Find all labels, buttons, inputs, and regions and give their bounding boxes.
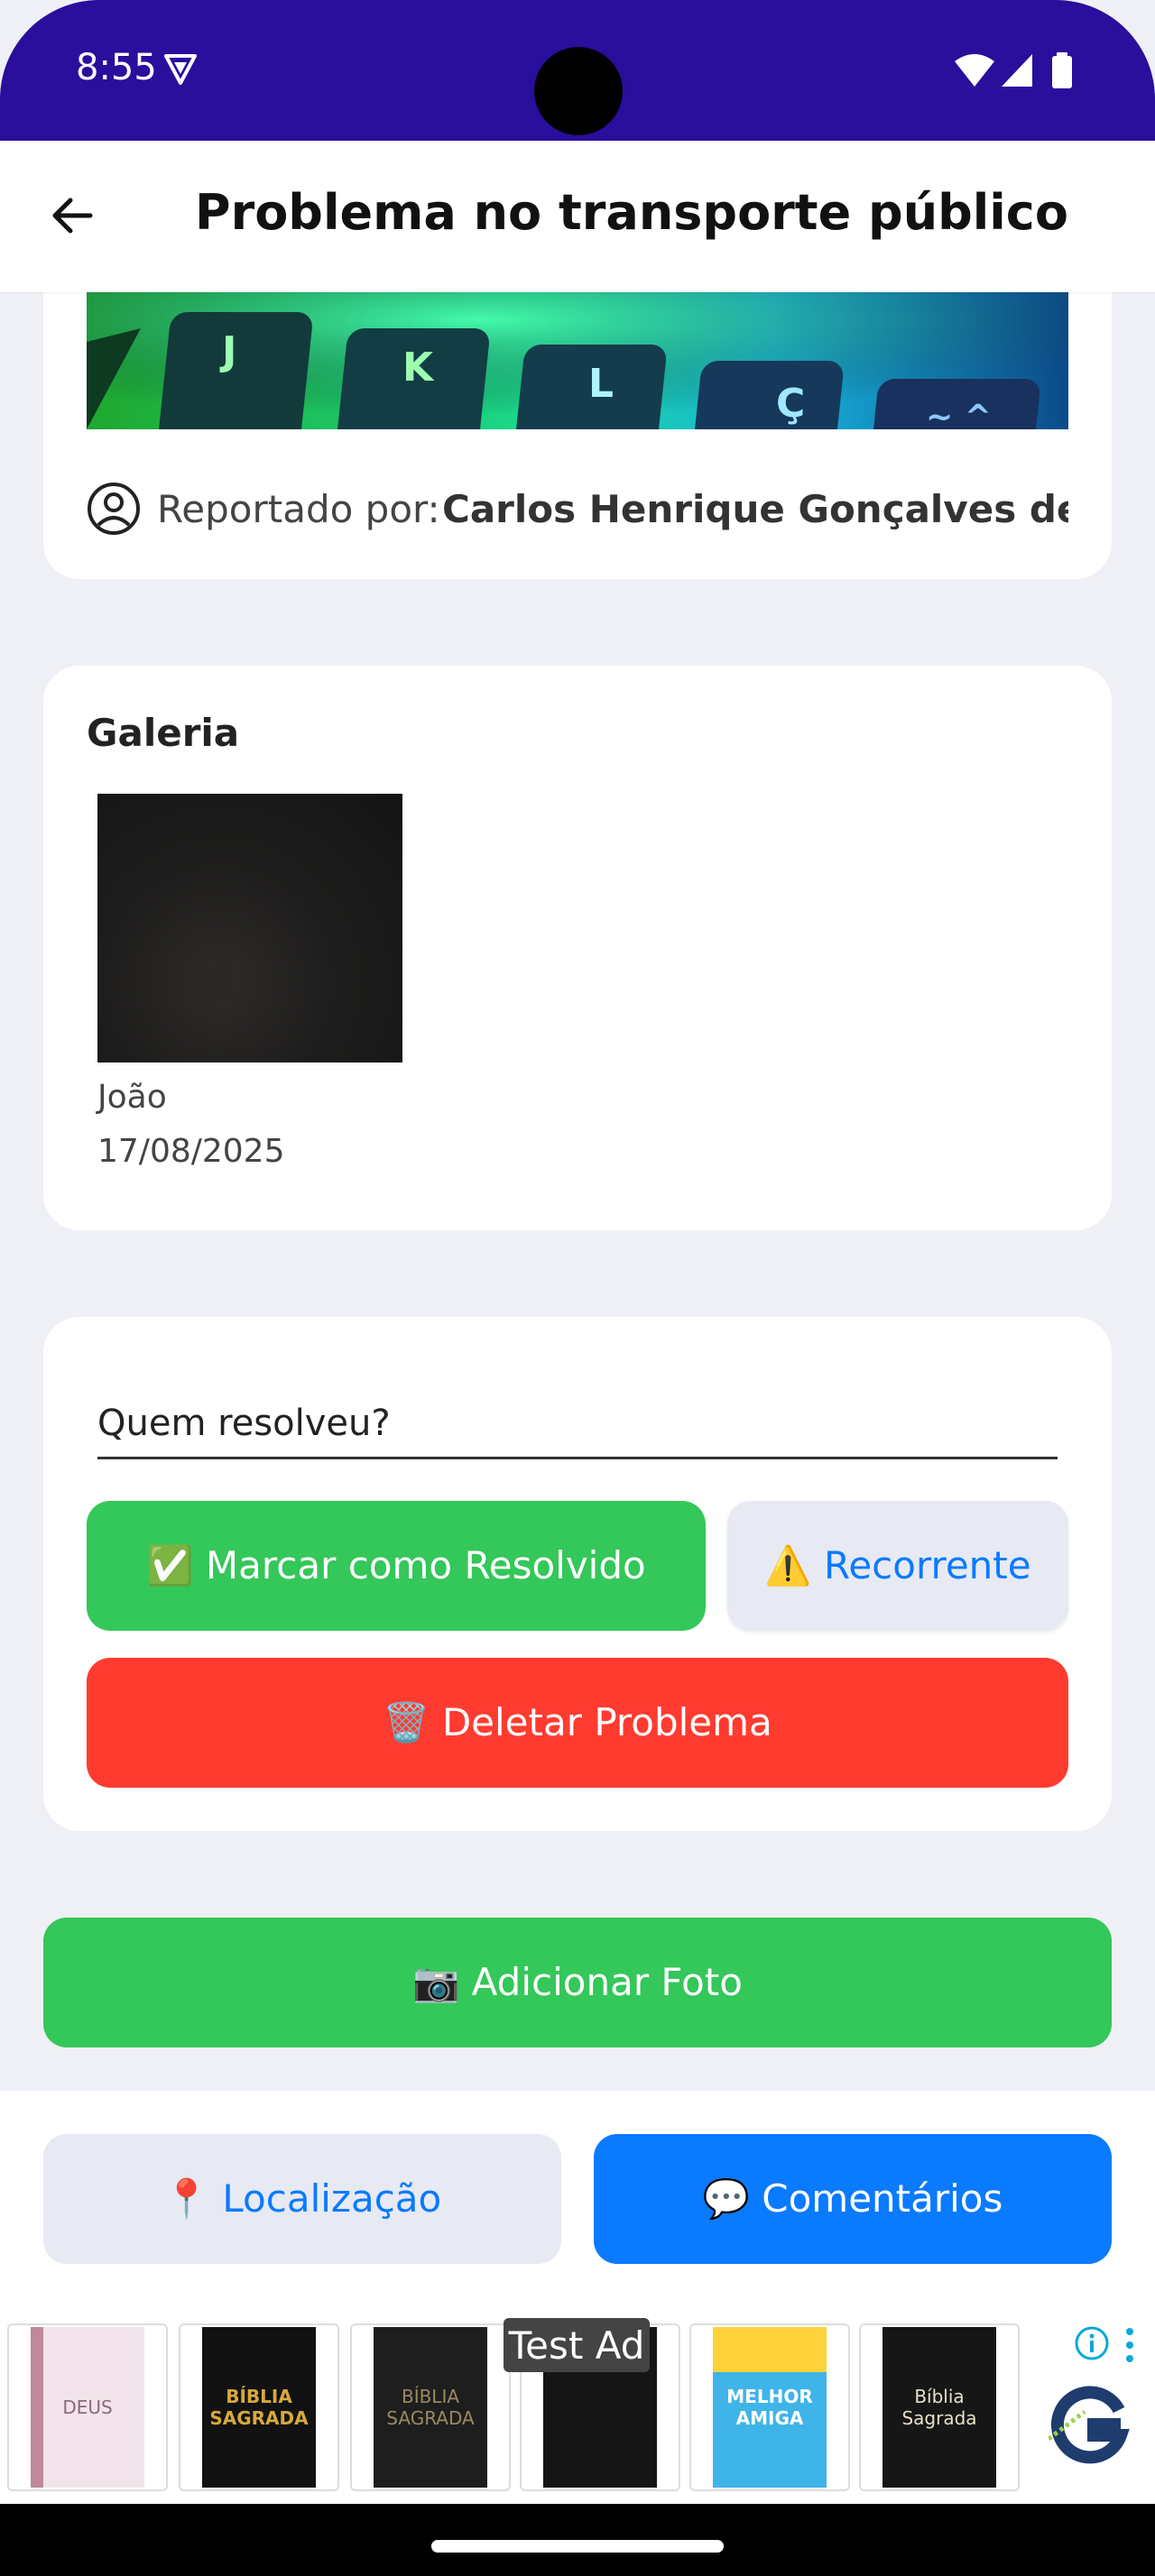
person-icon <box>88 483 140 535</box>
comments-button[interactable]: 💬 Comentários <box>594 2134 1112 2264</box>
ad-book-cover: BÍBLIA SAGRADA <box>202 2327 316 2488</box>
key-label: L <box>588 361 614 407</box>
key-label: K <box>402 345 435 391</box>
back-arrow-icon[interactable] <box>45 188 101 244</box>
delete-problem-button[interactable]: 🗑️ Deletar Problema <box>87 1658 1068 1788</box>
problem-image[interactable]: J K L Ç ~ ^ <box>87 292 1068 429</box>
ad-banner[interactable]: DEUS BÍBLIA SAGRADA BÍBLIA SAGRADA MELHO… <box>0 2307 1155 2504</box>
ad-book-cover: DEUS <box>31 2327 144 2488</box>
ad-book-cover: MELHOR AMIGA <box>713 2327 827 2488</box>
ad-book-cover: BÍBLIA SAGRADA <box>374 2327 487 2488</box>
key-label: J <box>219 328 236 374</box>
recurring-button[interactable]: ⚠️ Recorrente <box>727 1501 1068 1631</box>
keyboard-illustration: J K L Ç ~ ^ <box>87 292 1068 429</box>
photo-detail <box>188 961 236 1006</box>
resolver-input[interactable] <box>97 1389 1058 1459</box>
status-time: 8:55 <box>76 47 157 88</box>
ad-product[interactable]: BÍBLIA SAGRADA <box>179 2323 339 2491</box>
reporter-name: Carlos Henrique Gonçalves de Araújo <box>442 487 1068 531</box>
more-vertical-icon[interactable] <box>1121 2325 1139 2365</box>
wifi-icon <box>955 54 994 87</box>
gallery-title: Galeria <box>87 711 240 755</box>
vpn-icon <box>164 54 197 85</box>
resolve-card: ✅ Marcar como Resolvido ⚠️ Recorrente 🗑️… <box>43 1317 1112 1831</box>
bottom-action-bar: 📍 Localização 💬 Comentários <box>0 2091 1155 2307</box>
key-label: ~ ^ <box>926 399 992 429</box>
gallery-card: Galeria João 17/08/2025 <box>43 666 1112 1230</box>
ad-product[interactable]: DEUS <box>7 2323 168 2491</box>
home-gesture-handle[interactable] <box>431 2540 724 2553</box>
test-ad-label: Test Ad <box>504 2318 650 2372</box>
ad-book-cover: Bíblia Sagrada <box>882 2327 996 2488</box>
ad-product[interactable]: MELHOR AMIGA <box>689 2323 850 2491</box>
advertiser-logo-icon[interactable] <box>1049 2385 1130 2466</box>
reported-by-label: Reportado por: <box>157 487 440 531</box>
signal-icon <box>1002 54 1032 87</box>
status-bar: 8:55 <box>0 0 1155 141</box>
photo-date: 17/08/2025 <box>97 1133 285 1170</box>
ad-product[interactable]: BÍBLIA SAGRADA <box>350 2323 511 2491</box>
system-status-icons <box>955 52 1072 88</box>
navigation-bar <box>0 2504 1155 2576</box>
app-bar: Problema no transporte público <box>0 141 1155 292</box>
battery-icon <box>1052 56 1072 88</box>
key-label: Ç <box>776 381 805 427</box>
photo-author: João <box>97 1079 167 1116</box>
mark-resolved-button[interactable]: ✅ Marcar como Resolvido <box>87 1501 706 1631</box>
ad-product[interactable]: Bíblia Sagrada <box>859 2323 1020 2491</box>
front-camera <box>534 47 623 135</box>
location-button[interactable]: 📍 Localização <box>43 2134 561 2264</box>
info-icon[interactable] <box>1074 2325 1110 2361</box>
gallery-photo[interactable] <box>97 794 402 1063</box>
page-title: Problema no transporte público <box>195 184 1068 241</box>
add-photo-button[interactable]: 📷 Adicionar Foto <box>43 1918 1112 2047</box>
